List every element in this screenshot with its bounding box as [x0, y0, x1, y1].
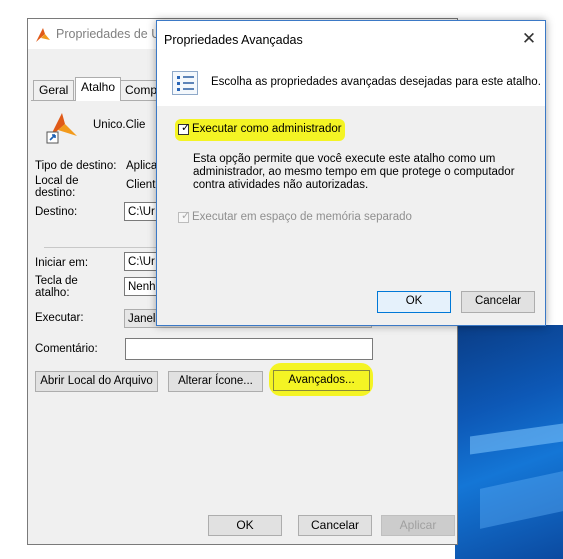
run-label: Executar:: [35, 312, 84, 324]
advanced-button[interactable]: Avançados...: [273, 370, 370, 391]
cancel-button[interactable]: Cancelar: [298, 515, 372, 536]
apply-button[interactable]: Aplicar: [381, 515, 455, 536]
run-as-admin-label[interactable]: Executar como administrador: [192, 123, 342, 135]
shortcut-app-icon: [46, 113, 77, 144]
separate-memory-checkbox[interactable]: ✓: [178, 210, 191, 223]
dialog-cancel-button[interactable]: Cancelar: [461, 291, 535, 313]
separate-memory-label: Executar em espaço de memória separado: [192, 211, 412, 223]
dialog-ok-button[interactable]: OK: [377, 291, 451, 313]
close-icon[interactable]: ✕: [517, 27, 541, 51]
checkmark-icon: ✓: [181, 210, 191, 222]
ok-button[interactable]: OK: [208, 515, 282, 536]
dialog-titlebar: Propriedades Avançadas ✕: [157, 21, 545, 58]
target-location-label: Local de destino:: [35, 175, 79, 199]
shortcut-name: Unico.Clie: [93, 119, 146, 131]
run-as-admin-description: Esta opção permite que você execute este…: [193, 153, 515, 191]
shortcut-key-label: Tecla de atalho:: [35, 275, 78, 299]
dialog-title: Propriedades Avançadas: [164, 33, 303, 47]
change-icon-button[interactable]: Alterar Ícone...: [168, 371, 263, 392]
open-file-location-button[interactable]: Abrir Local do Arquivo: [35, 371, 158, 392]
properties-list-icon: [172, 71, 198, 95]
run-as-admin-checkbox[interactable]: ✓: [178, 122, 191, 135]
checkmark-icon: ✓: [181, 122, 191, 134]
target-location-value: Client: [126, 179, 156, 191]
comment-input[interactable]: [125, 338, 373, 360]
tab-general[interactable]: Geral: [33, 80, 75, 100]
advanced-properties-dialog: Propriedades Avançadas ✕ Escolha as prop…: [156, 20, 546, 326]
comment-label: Comentário:: [35, 343, 98, 355]
target-label: Destino:: [35, 206, 78, 218]
app-icon: [36, 28, 50, 42]
window-title: Propriedades de Un: [56, 27, 168, 41]
tab-shortcut[interactable]: Atalho: [75, 77, 122, 101]
target-type-value: Aplica: [126, 160, 158, 172]
dialog-intro-text: Escolha as propriedades avançadas deseja…: [211, 76, 541, 88]
target-type-label: Tipo de destino:: [35, 160, 117, 172]
start-in-label: Iniciar em:: [35, 257, 89, 269]
dialog-intro: Escolha as propriedades avançadas deseja…: [157, 58, 545, 106]
